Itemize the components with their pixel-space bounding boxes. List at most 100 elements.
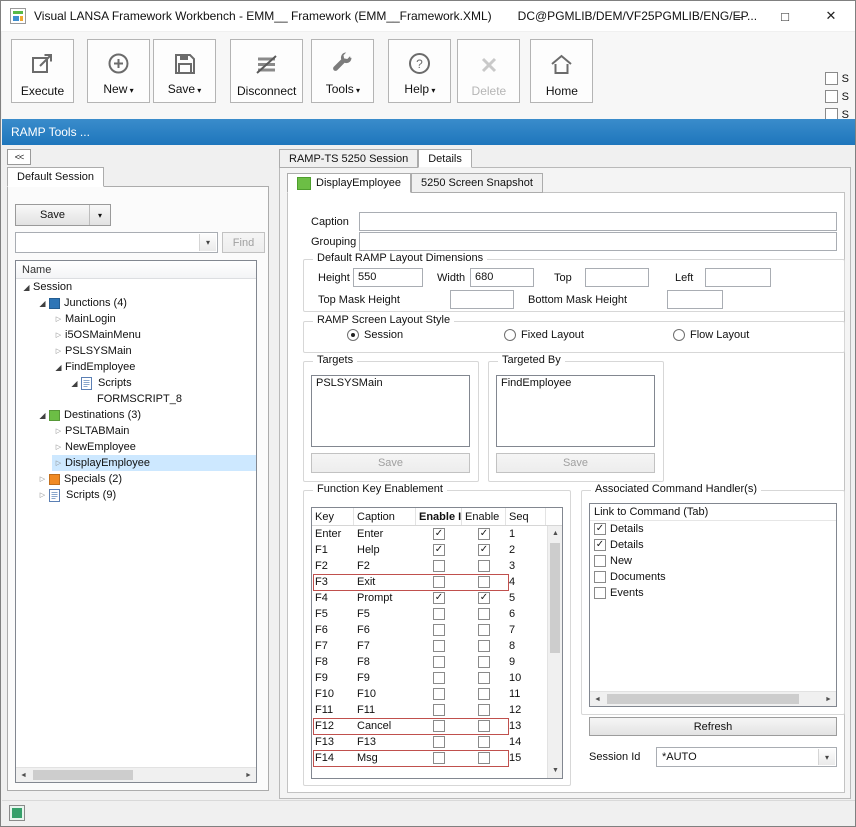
disconnect-button[interactable]: Disconnect xyxy=(230,39,303,103)
side-checkbox-1[interactable]: S xyxy=(825,72,849,85)
command-handler-item-events-5[interactable]: Events xyxy=(590,585,836,601)
tab-default-session[interactable]: Default Session xyxy=(7,167,104,187)
tab-displayemployee[interactable]: DisplayEmployee xyxy=(287,173,411,193)
checkbox-box[interactable] xyxy=(594,587,606,599)
tree-item-specials-2[interactable]: ▷Specials (2) xyxy=(16,471,256,487)
scroll-down-icon[interactable]: ▼ xyxy=(548,763,563,778)
radio-flow-layout[interactable]: Flow Layout xyxy=(673,329,749,341)
command-handler-item-details-2[interactable]: ✓Details xyxy=(590,537,836,553)
targets-item[interactable]: PSLSYSMain xyxy=(312,376,469,391)
radio-session[interactable]: Session xyxy=(347,329,403,341)
checkbox-box[interactable]: ✓ xyxy=(478,544,490,556)
tree-expander-icon[interactable]: ▷ xyxy=(52,347,65,355)
top-input[interactable] xyxy=(585,268,649,287)
targets-list[interactable]: PSLSYSMain xyxy=(311,375,470,447)
checkbox-box[interactable] xyxy=(478,672,490,684)
scroll-left-icon[interactable]: ◄ xyxy=(16,768,31,783)
checkbox-box[interactable] xyxy=(433,704,445,716)
fkey-col-enable[interactable]: Enable xyxy=(462,508,506,525)
checkbox-box[interactable] xyxy=(478,752,490,764)
fkey-row-f12[interactable]: F12Cancel13 xyxy=(312,718,547,734)
scroll-right-icon[interactable]: ► xyxy=(241,768,256,783)
tree-save-button[interactable]: Save ▾ xyxy=(15,204,111,226)
scroll-right-icon[interactable]: ► xyxy=(821,692,836,707)
caption-input[interactable] xyxy=(359,212,837,231)
session-id-combobox[interactable]: *AUTO ▾ xyxy=(656,747,837,767)
tree-item-newemployee[interactable]: ▷NewEmployee xyxy=(16,439,256,455)
tree-expander-icon[interactable]: ◢ xyxy=(52,363,65,372)
chevron-down-icon[interactable]: ▾ xyxy=(818,749,835,765)
scroll-left-icon[interactable]: ◄ xyxy=(590,692,605,707)
tree-expander-icon[interactable]: ▷ xyxy=(52,459,65,467)
top-mask-height-input[interactable] xyxy=(450,290,514,309)
tree-item-findemployee[interactable]: ◢FindEmployee xyxy=(16,359,256,375)
scroll-up-icon[interactable]: ▲ xyxy=(548,526,563,541)
tree-expander-icon[interactable]: ◢ xyxy=(36,299,49,308)
tree-expander-icon[interactable]: ▷ xyxy=(52,331,65,339)
tree-item-pslsysmain[interactable]: ▷PSLSYSMain xyxy=(16,343,256,359)
chevron-down-icon[interactable]: ▾ xyxy=(90,205,110,225)
tab-details[interactable]: Details xyxy=(418,149,472,168)
scroll-thumb[interactable] xyxy=(550,543,560,653)
chevron-down-icon[interactable]: ▾ xyxy=(199,234,216,251)
tree-expander-icon[interactable]: ◢ xyxy=(68,379,81,388)
checkbox-box[interactable] xyxy=(478,560,490,572)
checkbox-box[interactable]: ✓ xyxy=(433,544,445,556)
fkey-row-f3[interactable]: F3Exit4 xyxy=(312,574,547,590)
checkbox-box[interactable]: ✓ xyxy=(433,528,445,540)
maximize-button[interactable]: □ xyxy=(762,2,808,30)
grouping-input[interactable] xyxy=(359,232,837,251)
side-checkbox-2[interactable]: S xyxy=(825,90,849,103)
close-button[interactable]: ✕ xyxy=(808,2,854,30)
minimize-button[interactable]: – xyxy=(716,2,762,30)
fkey-col-seq[interactable]: Seq xyxy=(506,508,546,525)
tree-filter-combobox[interactable]: ▾ xyxy=(15,232,218,253)
checkbox-box[interactable] xyxy=(433,640,445,652)
checkbox-box[interactable] xyxy=(433,752,445,764)
titlebar[interactable]: Visual LANSA Framework Workbench - EMM__… xyxy=(1,1,855,31)
fkey-vertical-scrollbar[interactable]: ▲ ▼ xyxy=(547,526,562,778)
height-input[interactable]: 550 xyxy=(353,268,423,287)
command-handler-item-new-3[interactable]: New xyxy=(590,553,836,569)
checkbox-box[interactable] xyxy=(478,720,490,732)
fkey-row-f5[interactable]: F5F56 xyxy=(312,606,547,622)
checkbox-box[interactable] xyxy=(478,640,490,652)
tree-item-mainlogin[interactable]: ▷MainLogin xyxy=(16,311,256,327)
tab-ramp-ts-5250-session[interactable]: RAMP-TS 5250 Session xyxy=(279,149,418,168)
tree-expander-icon[interactable]: ▷ xyxy=(36,475,49,483)
checkbox-box[interactable]: ✓ xyxy=(594,523,606,535)
fkey-row-f8[interactable]: F8F89 xyxy=(312,654,547,670)
checkbox-box[interactable] xyxy=(594,571,606,583)
checkbox-box[interactable] xyxy=(433,576,445,588)
scroll-track[interactable] xyxy=(605,692,821,706)
tools-button[interactable]: Tools ▾ xyxy=(311,39,374,103)
tree-expander-icon[interactable]: ▷ xyxy=(52,315,65,323)
checkbox-box[interactable] xyxy=(478,608,490,620)
scroll-track[interactable] xyxy=(31,768,241,782)
fkey-row-f13[interactable]: F13F1314 xyxy=(312,734,547,750)
link-to-command-header[interactable]: Link to Command (Tab) xyxy=(590,504,836,521)
targeted-by-item[interactable]: FindEmployee xyxy=(497,376,654,391)
fkey-row-f11[interactable]: F11F1112 xyxy=(312,702,547,718)
fkey-row-f6[interactable]: F6F67 xyxy=(312,622,547,638)
scroll-thumb[interactable] xyxy=(33,770,133,780)
checkbox-box[interactable]: ✓ xyxy=(478,592,490,604)
checkbox-box[interactable] xyxy=(478,688,490,700)
fkey-row-f14[interactable]: F14Msg15 xyxy=(312,750,547,766)
refresh-button[interactable]: Refresh xyxy=(589,717,837,736)
tree-item-scripts-9[interactable]: ▷Scripts (9) xyxy=(16,487,256,503)
checkbox-box[interactable] xyxy=(433,560,445,572)
fkey-row-f2[interactable]: F2F23 xyxy=(312,558,547,574)
tree-horizontal-scrollbar[interactable]: ◄ ► xyxy=(16,767,256,782)
tree-item-scripts[interactable]: ◢Scripts xyxy=(16,375,256,391)
fkey-col-key[interactable]: Key xyxy=(312,508,354,525)
checkbox-box[interactable]: ✓ xyxy=(594,539,606,551)
checkbox-box[interactable] xyxy=(433,736,445,748)
fkey-row-f4[interactable]: F4Prompt✓✓5 xyxy=(312,590,547,606)
checkbox-box[interactable] xyxy=(433,672,445,684)
tree-item-formscript-8[interactable]: FORMSCRIPT_8 xyxy=(16,391,256,407)
checkbox-box[interactable] xyxy=(478,624,490,636)
fkey-col-enable-i[interactable]: Enable I xyxy=(416,508,462,525)
tree-item-i5osmainmenu[interactable]: ▷i5OSMainMenu xyxy=(16,327,256,343)
tab-5250-screen-snapshot[interactable]: 5250 Screen Snapshot xyxy=(411,173,543,193)
